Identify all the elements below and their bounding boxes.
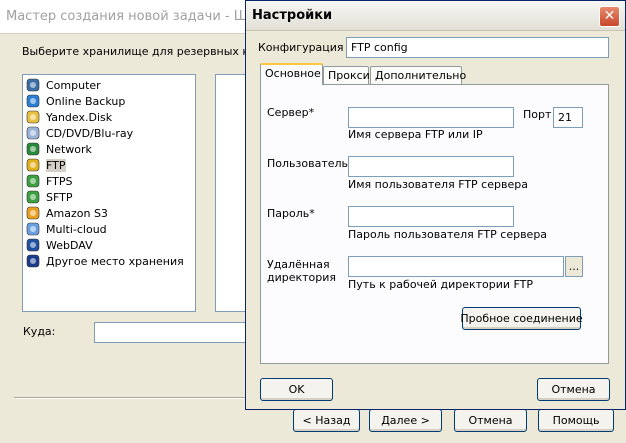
user-input[interactable] (348, 156, 514, 177)
storage-item-label: Online Backup (46, 94, 126, 108)
storage-item-label: Multi-cloud (46, 222, 107, 236)
ftp-icon (25, 157, 41, 173)
storage-item-label: Amazon S3 (46, 206, 108, 220)
ok-button[interactable]: OK (260, 378, 333, 401)
storage-item[interactable]: Network (25, 141, 92, 157)
storage-item[interactable]: FTP (25, 157, 66, 173)
remote-dir-input[interactable] (348, 256, 564, 277)
user-label: Пользователь* (267, 157, 354, 170)
password-hint: Пароль пользователя FTP сервера (348, 228, 548, 241)
close-icon[interactable]: ✕ (599, 6, 620, 27)
webdav-icon (25, 237, 41, 253)
destination-input[interactable] (94, 322, 254, 343)
server-hint: Имя сервера FTP или IP (348, 128, 483, 141)
storage-item[interactable]: SFTP (25, 189, 72, 205)
next-button[interactable]: Далее > (369, 409, 442, 432)
port-label: Порт (523, 108, 552, 121)
test-connection-button[interactable]: Пробное соединение (460, 307, 583, 330)
dialog-titlebar: Настройки ✕ (246, 1, 625, 31)
storage-item-label: SFTP (46, 190, 73, 204)
wizard-cancel-button[interactable]: Отмена (454, 409, 527, 432)
search-globe-icon (25, 253, 41, 269)
config-input[interactable]: FTP config (346, 37, 609, 58)
settings-dialog: Настройки ✕ Конфигурация FTP config Осно… (245, 0, 626, 410)
storage-item[interactable]: WebDAV (25, 237, 93, 253)
storage-item-label: CD/DVD/Blu-ray (46, 126, 134, 140)
tab-proxy[interactable]: Прокси (323, 66, 370, 85)
dialog-title: Настройки (252, 8, 333, 23)
storage-item-label: Computer (46, 78, 101, 92)
destination-label: Куда: (23, 325, 56, 338)
back-button[interactable]: < Назад (293, 409, 360, 432)
storage-list[interactable]: Computer Online Backup Yandex.Disk CD/DVD/B… (22, 74, 196, 312)
server-label: Сервер* (267, 106, 315, 119)
globe-icon (25, 93, 41, 109)
remote-dir-hint: Путь к рабочей директории FTP (348, 278, 534, 291)
storage-prompt: Выберите хранилище для резервных копий (22, 45, 278, 58)
help-button[interactable]: Помощь (538, 409, 614, 432)
browse-button[interactable]: ... (565, 256, 583, 277)
remote-dir-label-line1: Удалённая (267, 258, 330, 271)
storage-item[interactable]: FTPS (25, 173, 72, 189)
remote-dir-label-line2: директория (267, 271, 337, 284)
storage-item-label: FTPS (46, 174, 73, 188)
network-icon (25, 141, 41, 157)
storage-item[interactable]: Computer (25, 77, 101, 93)
storage-item-label: Network (46, 142, 92, 156)
tab-panel-basic: Сервер* Порт 21 Имя сервера FTP или IP П… (260, 84, 609, 364)
storage-item-label: FTP (46, 158, 66, 172)
config-label: Конфигурация (258, 41, 344, 54)
storage-item[interactable]: Multi-cloud (25, 221, 107, 237)
storage-item[interactable]: Amazon S3 (25, 205, 108, 221)
password-label: Пароль* (267, 207, 315, 220)
port-input[interactable]: 21 (553, 107, 583, 128)
storage-item[interactable]: Yandex.Disk (25, 109, 112, 125)
storage-item[interactable]: Online Backup (25, 93, 125, 109)
tab-basic[interactable]: Основное (260, 63, 323, 85)
multi-cloud-icon (25, 221, 41, 237)
amazon-s3-icon (25, 205, 41, 221)
yandex-disk-icon (25, 109, 41, 125)
user-hint: Имя пользователя FTP сервера (348, 178, 528, 191)
dialog-cancel-button[interactable]: Отмена (537, 378, 610, 401)
storage-item[interactable]: CD/DVD/Blu-ray (25, 125, 133, 141)
storage-item[interactable]: Другое место хранения (25, 253, 184, 269)
password-input[interactable] (348, 206, 514, 227)
sftp-icon (25, 189, 41, 205)
disc-icon (25, 125, 41, 141)
storage-item-label: WebDAV (46, 238, 93, 252)
storage-item-label: Yandex.Disk (46, 110, 113, 124)
tab-advanced[interactable]: Дополнительно (370, 66, 466, 85)
server-input[interactable] (348, 107, 514, 128)
ftps-icon (25, 173, 41, 189)
computer-icon (25, 77, 41, 93)
storage-item-label: Другое место хранения (46, 254, 184, 268)
